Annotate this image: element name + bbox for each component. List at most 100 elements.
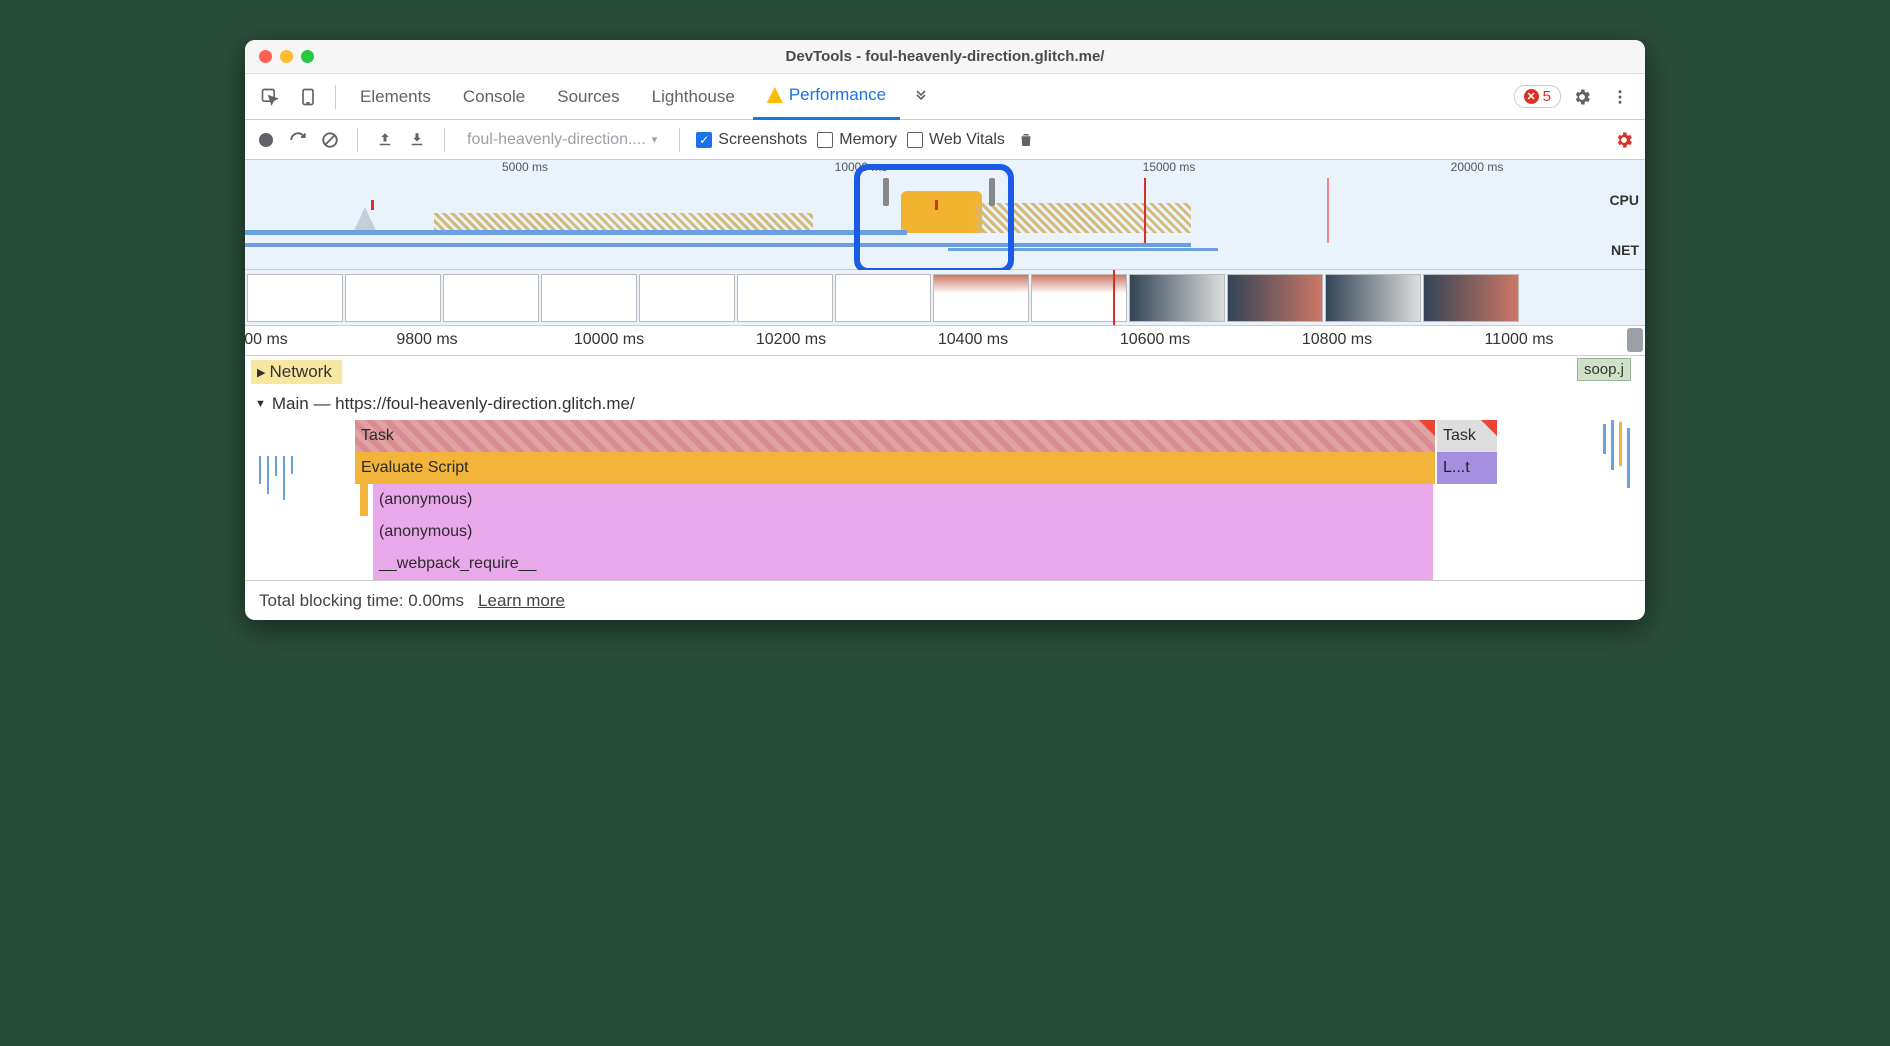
cpu-yellow [901,191,982,233]
flame-evaluate-script[interactable]: Evaluate Script [355,452,1435,484]
tab-elements[interactable]: Elements [346,74,445,120]
ruler-tick: 10600 ms [1120,331,1190,349]
cpu-hatch [975,203,1191,233]
network-track-header[interactable]: Network soop.j [245,356,1645,388]
learn-more-link[interactable]: Learn more [478,591,565,611]
divider [679,128,680,152]
screenshots-label: Screenshots [718,131,807,149]
ruler-tick: 9800 ms [396,331,457,349]
overview-playhead [1144,178,1146,243]
tab-performance[interactable]: Performance [753,74,900,120]
tab-console[interactable]: Console [449,74,539,120]
screenshot-thumb[interactable] [1227,274,1323,322]
upload-icon[interactable] [374,129,396,151]
error-icon: ✕ [1524,89,1539,104]
kebab-menu-icon[interactable] [1603,80,1637,114]
flame-task[interactable]: Task [1437,420,1497,452]
reload-record-icon[interactable] [287,129,309,151]
panel-tabbar: Elements Console Sources Lighthouse Perf… [245,74,1645,120]
screenshot-thumb[interactable] [1325,274,1421,322]
download-icon[interactable] [406,129,428,151]
cpu-track-label: CPU [1609,192,1639,208]
screenshot-thumb[interactable] [247,274,343,322]
screenshot-thumb[interactable] [1129,274,1225,322]
devtools-window: DevTools - foul-heavenly-direction.glitc… [245,40,1645,620]
flame-task-label: Task [1443,427,1476,445]
divider [335,85,336,109]
webvitals-label: Web Vitals [929,131,1005,149]
screenshot-thumb[interactable] [639,274,735,322]
screenshot-thumb[interactable] [345,274,441,322]
overview-netbar2 [948,248,1218,251]
flame-task[interactable]: Task [355,420,1435,452]
webvitals-checkbox[interactable]: Web Vitals [907,131,1005,149]
error-badge[interactable]: ✕ 5 [1514,85,1561,108]
screenshot-thumb[interactable] [835,274,931,322]
screenshot-thumb[interactable] [443,274,539,322]
tab-performance-label: Performance [789,85,886,105]
tab-sources[interactable]: Sources [543,74,633,120]
performance-footer: Total blocking time: 0.00ms Learn more [245,580,1645,620]
flame-chart[interactable]: Task Task Evaluate Script L...t (anonymo… [245,420,1645,580]
divider [444,128,445,152]
flame-anonymous[interactable]: (anonymous) [373,484,1433,516]
overview-marker [371,200,374,210]
filmstrip[interactable] [245,270,1645,326]
frame-sparks [259,450,293,580]
error-count: 5 [1543,88,1551,105]
flame-strip[interactable] [360,484,368,516]
main-track-header[interactable]: Main — https://foul-heavenly-direction.g… [245,388,1645,420]
overview-netbar [245,243,1191,247]
flame-right-sparks [1599,420,1639,580]
overview-marker-line [1327,178,1329,243]
memory-label: Memory [839,131,897,149]
filmstrip-playhead [1113,270,1115,325]
record-button[interactable] [255,129,277,151]
more-tabs-icon[interactable] [904,80,938,114]
ruler-tick: 10200 ms [756,331,826,349]
main-track-label: Main — https://foul-heavenly-direction.g… [272,394,635,414]
device-toolbar-icon[interactable] [291,80,325,114]
ruler-tick: 10400 ms [938,331,1008,349]
flame-task-label: Task [361,427,394,445]
tab-lighthouse[interactable]: Lighthouse [638,74,749,120]
capture-settings-icon[interactable] [1613,129,1635,151]
flame-anonymous[interactable]: (anonymous) [373,516,1433,548]
screenshots-checkbox[interactable]: ✓Screenshots [696,131,807,149]
range-handle-left[interactable] [883,178,889,206]
page-selector[interactable]: foul-heavenly-direction.... [461,131,663,149]
memory-checkbox[interactable]: Memory [817,131,897,149]
ruler-tick: 10800 ms [1302,331,1372,349]
horizontal-scroll-thumb[interactable] [1627,328,1643,352]
ruler-tick: 00 ms [245,331,288,349]
timeline-overview[interactable]: 5000 ms 10000 ms 15000 ms 20000 ms CPU N… [245,160,1645,270]
clear-icon[interactable] [319,129,341,151]
trash-icon[interactable] [1015,129,1037,151]
screenshot-thumb[interactable] [933,274,1029,322]
overview-tick: 5000 ms [502,160,548,174]
overview-marker [935,200,938,210]
overview-tick: 20000 ms [1451,160,1504,174]
ruler-tick: 10000 ms [574,331,644,349]
screenshot-thumb[interactable] [737,274,833,322]
overview-tick: 15000 ms [1143,160,1196,174]
net-track-label: NET [1611,242,1639,258]
cpu-hatch [434,213,813,231]
ruler-tick: 11000 ms [1484,331,1553,349]
flame-layout[interactable]: L...t [1437,452,1497,484]
long-task-marker-icon [1419,420,1435,436]
network-item[interactable]: soop.j [1577,358,1631,381]
performance-toolbar: foul-heavenly-direction.... ✓Screenshots… [245,120,1645,160]
flame-webpack-require[interactable]: __webpack_require__ [373,548,1433,580]
settings-icon[interactable] [1565,80,1599,114]
window-title: DevTools - foul-heavenly-direction.glitc… [245,48,1645,65]
total-blocking-time: Total blocking time: 0.00ms [259,591,464,611]
titlebar: DevTools - foul-heavenly-direction.glitc… [245,40,1645,74]
overview-tick: 10000 ms [835,160,888,174]
overview-bluebar [245,230,907,235]
screenshot-thumb[interactable] [1423,274,1519,322]
range-handle-right[interactable] [989,178,995,206]
screenshot-thumb[interactable] [541,274,637,322]
inspect-element-icon[interactable] [253,80,287,114]
detail-ruler[interactable]: 00 ms 9800 ms 10000 ms 10200 ms 10400 ms… [245,326,1645,356]
